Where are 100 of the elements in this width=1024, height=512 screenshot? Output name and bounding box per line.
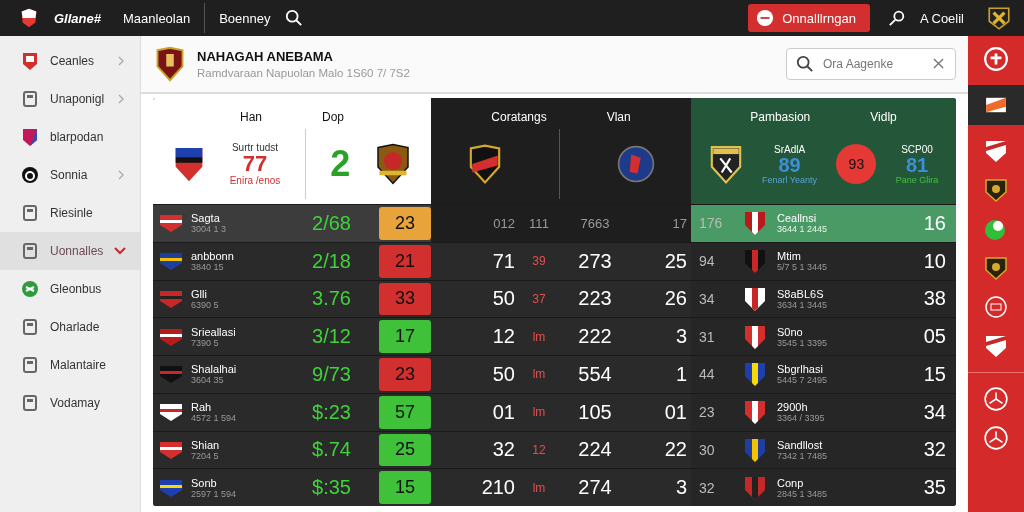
action-button[interactable]: Onnalllrngan (748, 4, 870, 32)
team-meta: 2845 1 3485 (777, 488, 829, 499)
team-badge-icon (616, 145, 655, 183)
score-value: 38 (923, 287, 946, 311)
flag-icon[interactable] (984, 96, 1008, 114)
network-icon[interactable] (983, 386, 1009, 412)
team-crest-icon (743, 210, 767, 237)
shield-icon[interactable] (984, 138, 1008, 164)
shield-icon[interactable] (984, 333, 1008, 359)
score-badge: 15 (379, 471, 431, 504)
score-value: 34 (923, 400, 946, 424)
team-note: Pane Glira (895, 174, 939, 185)
network-icon[interactable] (983, 425, 1009, 451)
page-subtitle: Ramdvaraan Napuolan Malo 1S60 7/ 7S2 (197, 67, 410, 79)
table-cell-text: 210 (480, 476, 515, 500)
sidebar-item[interactable]: Gleonbus (0, 270, 140, 308)
nav-link[interactable]: Boenney (219, 10, 271, 26)
table-row[interactable]: Sonb 2597 1 594 $:35 15 (153, 468, 431, 506)
table-row[interactable]: Rah 4572 1 594 $:23 57 (153, 392, 431, 431)
table-cell-text: lm (531, 480, 547, 495)
search-field[interactable]: Ora Aagenke (786, 48, 956, 80)
score-value: 32 (923, 438, 946, 462)
team-name: Conp (777, 476, 805, 489)
table-row[interactable]: anbbonn 3840 15 2/18 21 (153, 241, 431, 280)
table-cell-text: 12 (531, 442, 547, 457)
team-flag-icon (159, 402, 183, 423)
table-cell-text: 71 (491, 249, 515, 273)
team-crest-icon (743, 248, 767, 275)
team-crest-icon (708, 144, 743, 184)
sidebar-item[interactable]: Sonnia (0, 156, 140, 194)
sidebar-item[interactable]: Unaponigl (0, 80, 140, 118)
table-cell-text: 32 (491, 438, 515, 462)
score-value: 10 (923, 249, 946, 273)
score-value: 35 (923, 476, 946, 500)
table-row[interactable]: Glli 6390 5 3.76 33 (153, 279, 431, 318)
shield-icon[interactable] (984, 177, 1008, 203)
team-name: S0no (777, 325, 804, 338)
table-cell-text: 3 (674, 325, 687, 349)
table-cell-text: 37 (531, 291, 547, 306)
close-icon[interactable] (933, 58, 944, 69)
score-value: 05 (923, 325, 946, 349)
team-crest-icon (743, 285, 767, 312)
menu-item-icon (20, 89, 40, 109)
user-name[interactable]: A Coelil (919, 10, 964, 26)
team-score: 89 (778, 154, 801, 175)
team-crest-icon (743, 323, 767, 350)
table-row[interactable]: Srieallasi 7390 5 3/12 17 (153, 317, 431, 355)
menu-item-icon (20, 393, 40, 413)
menu-item-icon (20, 317, 40, 337)
match-result: 2 (330, 143, 351, 185)
score-circle: 93 (836, 144, 877, 184)
table-cell-text: 222 (577, 325, 613, 349)
rank-number: 94 (699, 253, 716, 270)
menu-item-icon (20, 127, 40, 147)
team-meta: 7390 5 (191, 337, 220, 348)
score-value: 16 (923, 211, 946, 235)
team-name: Sonb (191, 476, 218, 489)
table-cell-text: 111 (528, 215, 550, 231)
table-row[interactable]: Shalalhai 3604 35 9/73 23 (153, 355, 431, 393)
team-meta: 3840 15 (191, 262, 225, 273)
sidebar-item[interactable]: Malantaire (0, 346, 140, 384)
score-badge: 21 (379, 244, 431, 278)
add-icon[interactable] (983, 46, 1009, 72)
table-row[interactable]: Sagta 3004 1 3 2/68 23 (153, 204, 431, 242)
sidebar-item[interactable]: Vodamay (0, 384, 140, 422)
crest-icon[interactable] (986, 5, 1012, 31)
table-cell-text: 273 (577, 249, 613, 273)
odds-value: $.74 (311, 438, 351, 462)
score-value: 15 (923, 362, 946, 386)
team-name: anbbonn (191, 250, 235, 263)
score-badge: 17 (379, 320, 431, 353)
team-meta: 7342 1 7485 (777, 450, 829, 461)
table-cell-text: 22 (663, 438, 687, 462)
team-flag-icon (159, 477, 183, 498)
menu-item-icon (20, 279, 40, 299)
team-name: Glli (191, 287, 208, 300)
page-title: NAHAGAH ANEBAMA (197, 49, 334, 64)
search-icon[interactable] (284, 9, 303, 27)
team-meta: 3364 / 3395 (777, 413, 826, 424)
table-row[interactable]: 32 Conp 2845 1 3485 35 (691, 468, 956, 506)
table-row[interactable]: Shian 7204 5 $.74 25 (153, 430, 431, 469)
team-label: SrAdlA (773, 143, 806, 155)
team-flag-icon (159, 364, 183, 385)
table-cell-text: 12 (491, 325, 515, 349)
team-name: Srieallasi (191, 325, 237, 338)
team-flag-icon (159, 326, 183, 347)
table-cell-text: 7663 (579, 215, 611, 231)
column-header: Pambasion (750, 110, 811, 124)
sidebar-item[interactable]: Ceanles (0, 42, 140, 80)
team-meta: 3644 1 2445 (777, 224, 829, 235)
score-badge: 23 (379, 207, 431, 240)
sidebar-item[interactable]: Oharlade (0, 308, 140, 346)
shield-icon[interactable] (984, 255, 1008, 281)
nav-link[interactable]: Maanleolan (122, 10, 191, 26)
table-cell-text: 25 (663, 249, 687, 273)
sidebar-item[interactable]: Riesinle (0, 194, 140, 232)
sidebar-item[interactable]: blarpodan (0, 118, 140, 156)
team-meta: 5445 7 2495 (777, 375, 829, 386)
emblem-icon[interactable] (984, 294, 1008, 320)
sidebar-item[interactable]: Uonnalles (0, 232, 140, 270)
